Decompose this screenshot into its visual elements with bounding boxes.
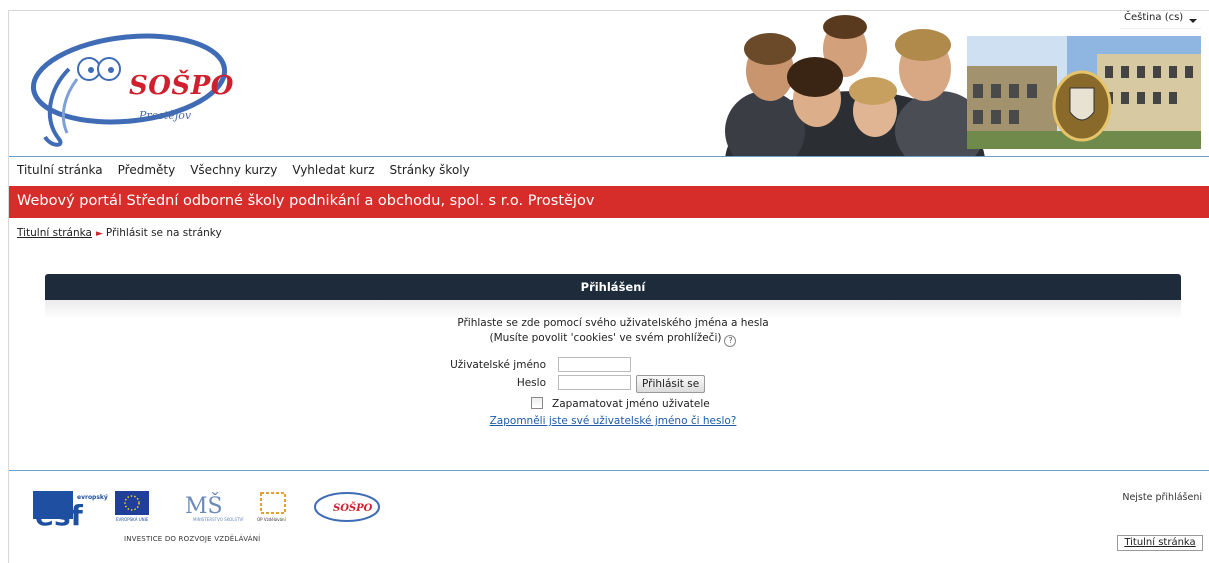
op-logo-icon: OP Vzdělávání	[257, 492, 287, 522]
esf-logo-icon: esf evropský	[33, 491, 108, 532]
password-label: Heslo	[516, 377, 546, 389]
breadcrumb: Titulní stránka ► Přihlásit se na stránky	[17, 227, 222, 239]
forgot-password-link[interactable]: Zapomněli jste své uživatelské jméno či …	[490, 415, 737, 427]
school-logo[interactable]: SOŠPO Prostějov	[29, 29, 239, 151]
login-intro-line2: (Musíte povolit 'cookies' ve svém prohlí…	[489, 332, 722, 344]
login-status: Nejste přihlášeni	[1122, 492, 1202, 503]
school-building-photo	[967, 36, 1201, 149]
nav-item-home[interactable]: Titulní stránka	[17, 163, 103, 183]
breadcrumb-current: Přihlásit se na stránky	[105, 227, 222, 239]
nav-item-all-courses[interactable]: Všechny kurzy	[190, 163, 277, 183]
language-select[interactable]: Čeština (cs)	[1120, 11, 1201, 29]
nav-item-school-pages[interactable]: Stránky školy	[390, 163, 470, 183]
forgot-wrap: Zapomněli jste své uživatelské jméno či …	[45, 415, 1181, 427]
remember-label: Zapamatovat jméno uživatele	[552, 398, 710, 410]
username-input[interactable]	[558, 357, 631, 372]
sospo-small-logo-icon: SOŠPO	[314, 492, 380, 522]
svg-text:MINISTERSTVO ŠKOLSTVÍ: MINISTERSTVO ŠKOLSTVÍ	[193, 517, 244, 522]
main-nav: Titulní stránka Předměty Všechny kurzy V…	[9, 163, 485, 183]
invest-slogan: INVESTICE DO ROZVOJE VZDĚLÁVÁNÍ	[124, 535, 261, 543]
svg-text:SOŠPO: SOŠPO	[333, 502, 373, 514]
help-icon[interactable]: ?	[724, 335, 737, 347]
header-divider	[9, 156, 1209, 157]
breadcrumb-arrow-icon: ►	[95, 229, 103, 239]
page-title-banner: Webový portál Střední odborné školy podn…	[9, 186, 1209, 218]
login-intro-line1: Přihlaste se zde pomocí svého uživatelsk…	[457, 317, 769, 329]
logo-city: Prostějov	[139, 109, 192, 122]
svg-text:MŠ: MŠ	[185, 492, 223, 519]
svg-text:evropský: evropský	[77, 494, 108, 501]
chevron-down-icon	[1189, 19, 1197, 23]
svg-text:esf: esf	[35, 499, 84, 532]
nav-item-subjects[interactable]: Předměty	[118, 163, 176, 183]
remember-checkbox[interactable]	[531, 397, 543, 409]
username-label: Uživatelské jméno	[450, 359, 546, 371]
password-input[interactable]	[558, 375, 631, 390]
login-button[interactable]: Přihlásit se	[636, 375, 706, 393]
footer-home-button[interactable]: Titulní stránka	[1117, 535, 1203, 551]
login-intro: Přihlaste se zde pomocí svého uživatelsk…	[45, 316, 1181, 347]
logo-name: SOŠPO	[129, 71, 234, 101]
nav-item-search-course[interactable]: Vyhledat kurz	[292, 163, 374, 183]
eu-flag-icon: EVROPSKÁ UNIE	[115, 491, 149, 522]
svg-text:EVROPSKÁ UNIE: EVROPSKÁ UNIE	[116, 517, 149, 522]
site-header: SOŠPO Prostějov	[9, 11, 1209, 156]
footer-divider	[9, 470, 1209, 471]
language-label: Čeština (cs)	[1124, 12, 1184, 23]
login-intro-line2-wrap: (Musíte povolit 'cookies' ve svém prohlí…	[45, 331, 1181, 347]
login-header: Přihlášení	[45, 274, 1181, 300]
breadcrumb-home-link[interactable]: Titulní stránka	[17, 227, 92, 239]
svg-text:OP Vzdělávání: OP Vzdělávání	[257, 517, 287, 522]
msmt-logo-icon: MŠ MINISTERSTVO ŠKOLSTVÍ	[185, 492, 244, 522]
students-photo	[725, 11, 985, 156]
